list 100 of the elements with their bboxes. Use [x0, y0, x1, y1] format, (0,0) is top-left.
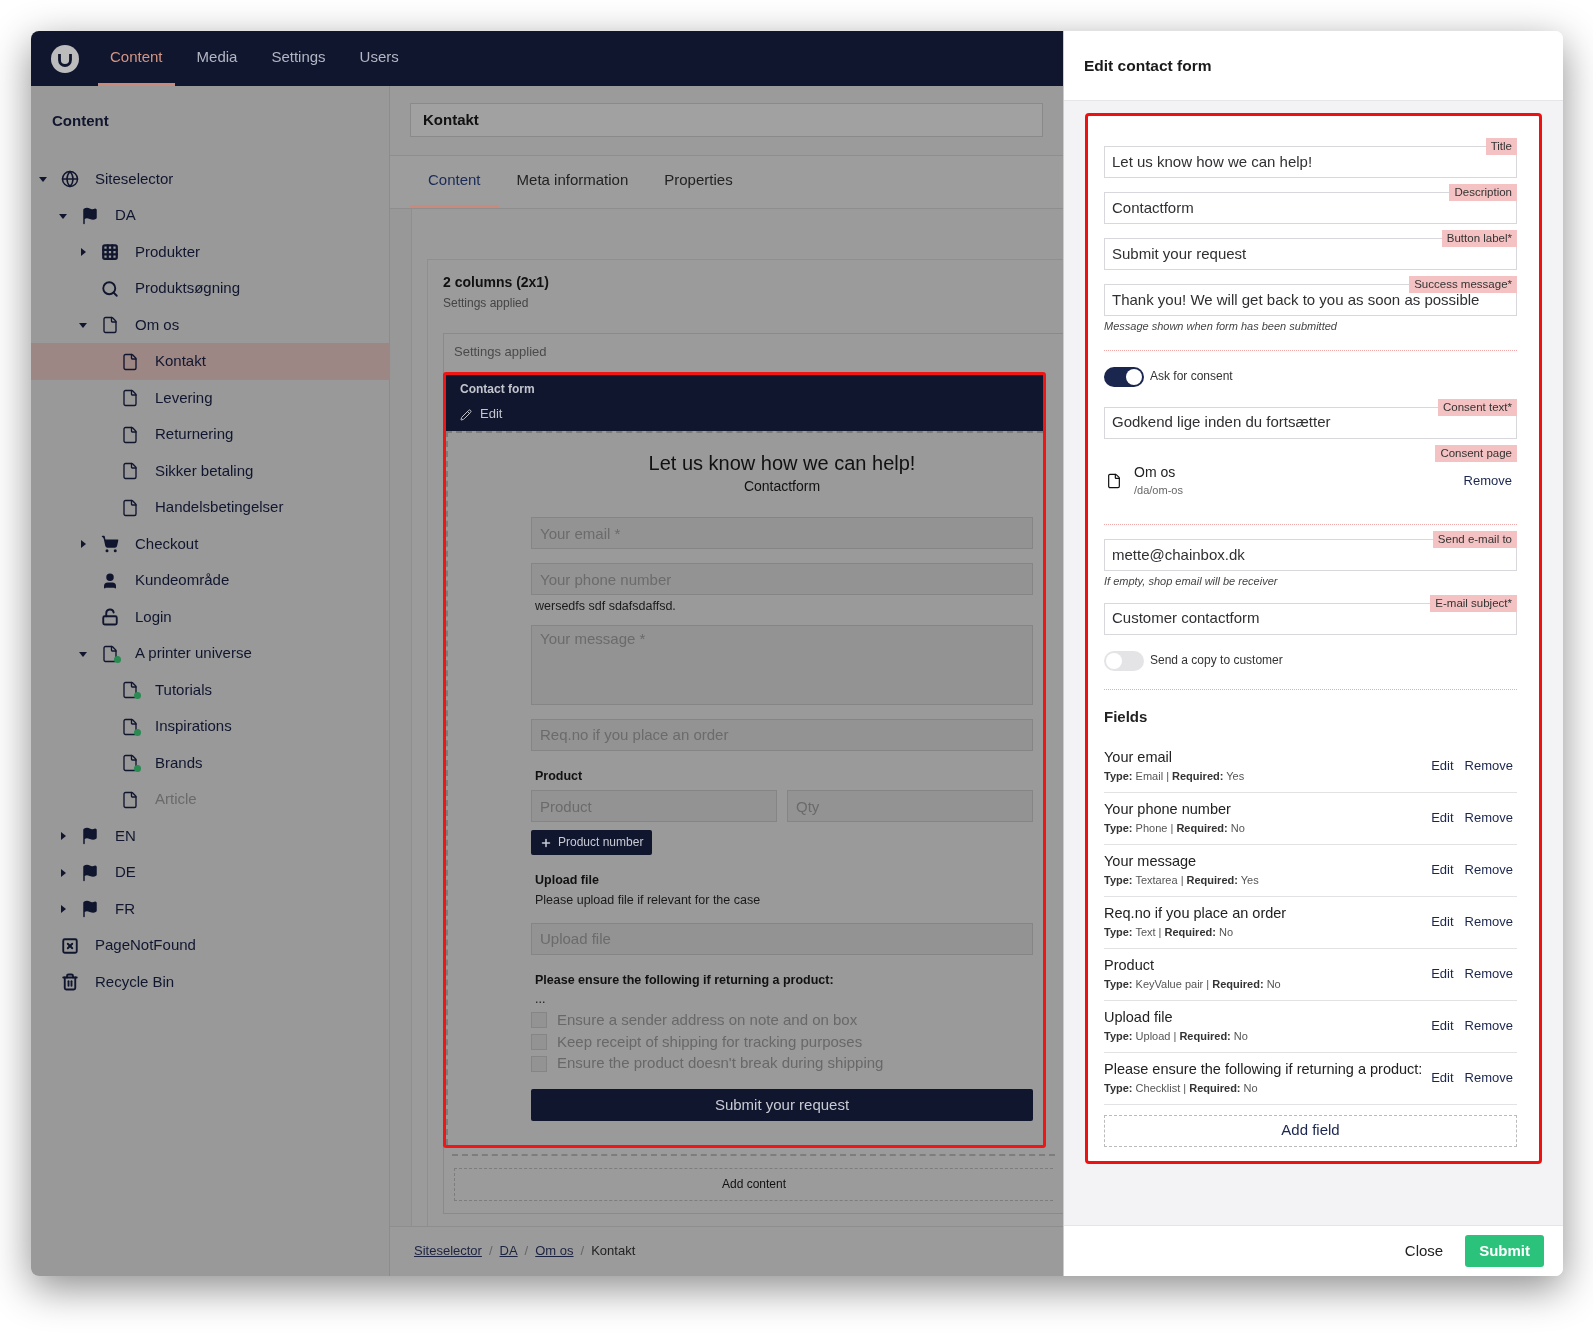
tree-item[interactable]: Handelsbetingelser [31, 489, 389, 526]
caret-icon[interactable] [79, 248, 87, 256]
layout-subtitle: Settings applied [443, 295, 530, 311]
tree-label: A printer universe [135, 644, 252, 663]
section-tab[interactable]: Media [184, 31, 250, 86]
tree-item[interactable]: Returnering [31, 416, 389, 453]
field-label: Please ensure the following if returning a product: [534, 972, 835, 989]
caret-icon[interactable] [39, 175, 47, 183]
tree-item[interactable]: Inspirations [31, 708, 389, 745]
tree-label: Produkter [135, 242, 201, 262]
tree-label: DA [115, 206, 136, 225]
field-hint: If empty, shop email will be receiver [1104, 575, 1279, 589]
caret-icon[interactable] [59, 868, 67, 877]
remove-link[interactable]: Remove [1464, 861, 1513, 879]
caret-icon[interactable] [59, 832, 67, 840]
form-title: Let us know how we can help! [647, 450, 917, 476]
layout-title: 2 columns (2x1) [443, 274, 550, 292]
section-tab[interactable]: Users [347, 31, 411, 86]
caret-icon[interactable] [79, 540, 87, 548]
tree-item[interactable]: EN [31, 817, 389, 855]
field-label: Upload file [534, 873, 600, 889]
document-icon [101, 316, 119, 334]
help-text: wersedfs sdf sdafsdaffsd. [534, 599, 677, 615]
edit-button[interactable]: Edit [460, 406, 503, 423]
flag-icon [81, 206, 99, 225]
tree-item[interactable]: Kontakt [31, 343, 389, 380]
edit-link[interactable]: Edit [1431, 861, 1454, 879]
caret-icon[interactable] [79, 649, 87, 658]
field-label: Product [534, 768, 584, 785]
field-name: Please ensure the following if returning a product: [1104, 1060, 1424, 1080]
document-plus-icon [101, 644, 119, 663]
caret-icon[interactable] [79, 321, 87, 329]
tree-label: Checkout [135, 534, 199, 554]
remove-link[interactable]: Remove [1464, 913, 1513, 931]
breadcrumb-link[interactable]: DA [499, 1243, 518, 1260]
field-name: Your phone number [1104, 800, 1232, 820]
document-icon [121, 425, 139, 444]
remove-link[interactable]: Remove [1464, 809, 1513, 827]
flag-icon [81, 827, 99, 845]
help-text: Please upload file if relevant for the case [534, 892, 762, 909]
add-button[interactable]: Product number [531, 830, 653, 856]
tree-item[interactable]: Produktsøgning [31, 270, 389, 307]
field-label: Title [1485, 138, 1517, 155]
toggle-switch[interactable] [1104, 366, 1144, 387]
toggle-switch[interactable] [1104, 650, 1144, 671]
breadcrumb-link[interactable]: Siteselector [414, 1243, 482, 1260]
tree-item[interactable]: DE [31, 854, 389, 891]
tree-item[interactable]: Checkout [31, 525, 389, 563]
breadcrumb-current: Kontakt [591, 1243, 636, 1260]
tree-item[interactable]: Brands [31, 744, 389, 782]
tree-item[interactable]: Produkter [31, 233, 389, 271]
remove-link[interactable]: Remove [1463, 472, 1512, 489]
tree-item[interactable]: Tutorials [31, 671, 389, 709]
name-field[interactable]: Kontakt [410, 103, 1043, 137]
edit-link[interactable]: Edit [1431, 913, 1454, 931]
flag-icon [81, 863, 99, 882]
edit-link[interactable]: Edit [1431, 757, 1454, 775]
tree-item[interactable]: Recycle Bin [31, 963, 389, 1001]
tree-item[interactable]: Om os [31, 306, 389, 344]
tree-label: FR [115, 899, 135, 919]
tree-item[interactable]: Login [31, 598, 389, 636]
tree-item[interactable]: PageNotFound [31, 927, 389, 964]
caret-icon[interactable] [59, 211, 67, 220]
trash-icon [61, 973, 79, 991]
field-label: Send e-mail to [1432, 531, 1517, 548]
remove-link[interactable]: Remove [1464, 1017, 1513, 1035]
remove-link[interactable]: Remove [1464, 1069, 1513, 1087]
field-meta: Type: Phone | Required: No [1104, 822, 1246, 836]
editor-tab[interactable]: Properties [646, 156, 751, 208]
area-label: Settings applied [453, 343, 548, 362]
field-name: Upload file [1104, 1008, 1174, 1028]
form-description: Contactform [742, 477, 822, 495]
breadcrumb-link[interactable]: Om os [535, 1243, 574, 1260]
edit-link[interactable]: Edit [1431, 809, 1454, 827]
tree-item[interactable]: A printer universe [31, 635, 389, 672]
editor-tab[interactable]: Meta information [498, 156, 647, 208]
tree-item[interactable]: Levering [31, 379, 389, 417]
caret-icon[interactable] [59, 905, 67, 913]
tree-label: PageNotFound [95, 936, 196, 955]
tree-item[interactable]: Kundeområde [31, 562, 389, 599]
tree-label: Sikker betaling [155, 461, 254, 481]
close-button[interactable]: Close [1404, 1241, 1444, 1261]
tree-label: Kundeområde [135, 571, 230, 590]
field-meta: Type: Checklist | Required: No [1104, 1082, 1259, 1096]
remove-link[interactable]: Remove [1464, 757, 1513, 775]
section-tab[interactable]: Settings [259, 31, 338, 86]
edit-link[interactable]: Edit [1431, 1017, 1454, 1035]
tree-item[interactable]: FR [31, 890, 389, 928]
tree-item[interactable]: Sikker betaling [31, 452, 389, 490]
edit-link[interactable]: Edit [1431, 965, 1454, 983]
add-field-button[interactable]: Add field [1104, 1114, 1517, 1147]
add-content-button[interactable]: Add content [454, 1168, 1053, 1201]
tree-item[interactable]: Siteselector [31, 160, 389, 198]
tree-label: Handelsbetingelser [155, 498, 284, 517]
submit-button[interactable]: Submit your request [531, 1089, 1033, 1121]
field-label: E-mail subject* [1430, 594, 1517, 612]
field-name: Your message [1104, 852, 1198, 872]
edit-link[interactable]: Edit [1431, 1069, 1454, 1087]
tree-item[interactable]: DA [31, 197, 389, 234]
remove-link[interactable]: Remove [1464, 965, 1513, 983]
